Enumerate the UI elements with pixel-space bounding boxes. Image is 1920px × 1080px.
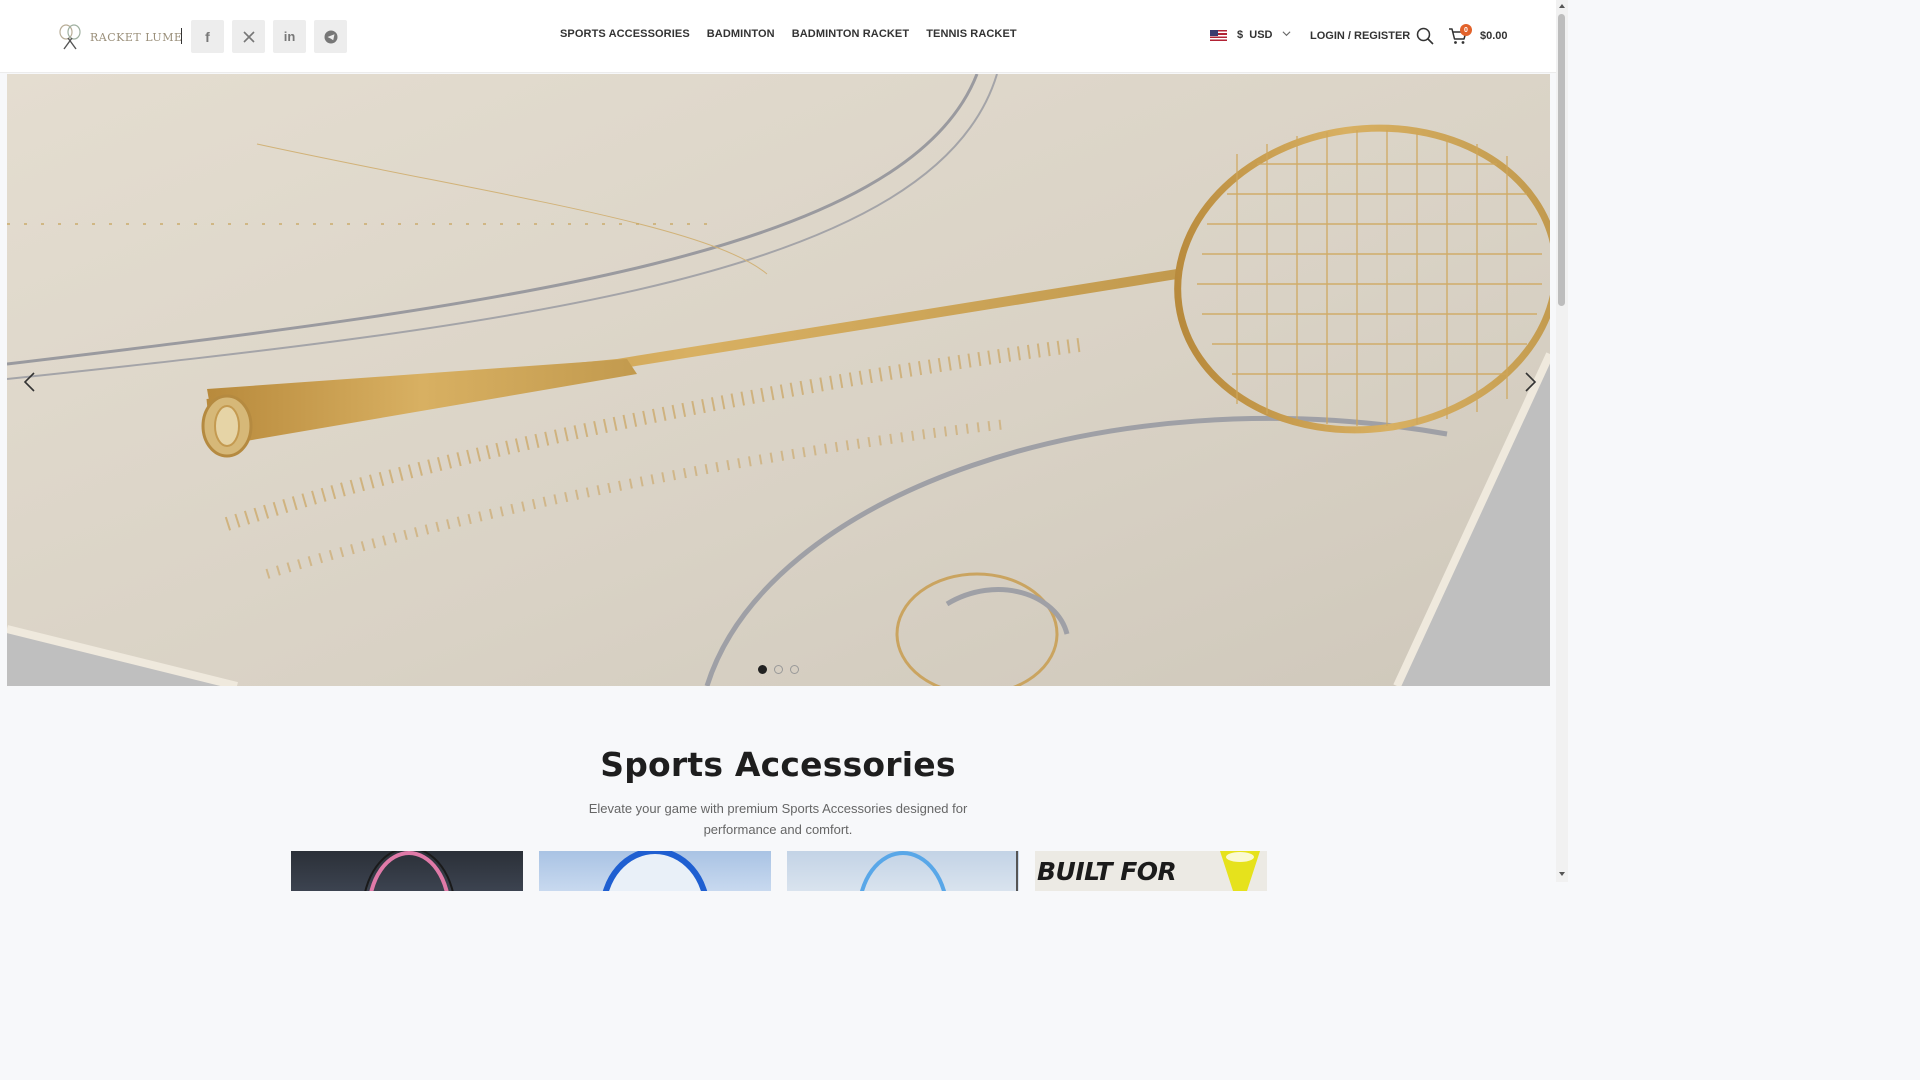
login-register-link[interactable]: LOGIN / REGISTER: [1310, 30, 1410, 42]
social-links: f in: [191, 20, 347, 53]
light-blue-racket-image: [859, 851, 1018, 891]
section-subtitle: Elevate your game with premium Sports Ac…: [588, 801, 968, 837]
nav-tennis-racket[interactable]: TENNIS RACKET: [926, 28, 1017, 40]
pink-racket-image: [364, 851, 454, 891]
nav-badminton[interactable]: BADMINTON: [707, 28, 775, 40]
linkedin-button[interactable]: in: [273, 20, 306, 53]
tile-light-blue-racket[interactable]: [787, 851, 1019, 891]
slider-pagination: [758, 665, 799, 674]
tile-blue-racket[interactable]: [539, 851, 771, 891]
chevron-down-icon: [1282, 29, 1291, 41]
nav-sports-accessories[interactable]: SPORTS ACCESSORIES: [560, 28, 690, 40]
telegram-button[interactable]: [314, 20, 347, 53]
tile-built-for[interactable]: BUILT FOR: [1035, 851, 1267, 891]
slider-dot-3[interactable]: [790, 665, 799, 674]
site-header: RACKET LUME f in SPORTS ACCESSORIES BADM…: [0, 0, 1556, 73]
currency-label: $ USD: [1237, 29, 1273, 41]
search-icon[interactable]: [1416, 27, 1434, 45]
logo-text: RACKET LUME: [90, 30, 183, 44]
scroll-down-arrow-icon[interactable]: [1558, 870, 1566, 878]
x-button[interactable]: [232, 20, 265, 53]
cart-total: $0.00: [1480, 30, 1508, 42]
x-icon: [242, 30, 255, 43]
facebook-icon: f: [205, 28, 210, 45]
hero-image: [7, 74, 1550, 686]
linkedin-icon: in: [283, 29, 296, 44]
section-title: Sports Accessories: [600, 745, 956, 784]
slider-dot-2[interactable]: [774, 665, 783, 674]
scrollbar-thumb[interactable]: [1558, 14, 1565, 306]
racket-logo-icon: [59, 24, 81, 50]
slider-prev-arrow-icon[interactable]: [19, 370, 43, 394]
page-scrollbar[interactable]: [1556, 0, 1568, 882]
currency-switcher[interactable]: $ USD: [1210, 29, 1291, 41]
telegram-icon: [324, 30, 337, 43]
category-tiles: BUILT FOR: [291, 851, 1267, 891]
slider-dot-1[interactable]: [758, 665, 767, 674]
scroll-up-arrow-icon[interactable]: [1558, 2, 1566, 10]
tile-pink-racket[interactable]: [291, 851, 523, 891]
logo-divider: [181, 28, 182, 44]
main-nav: SPORTS ACCESSORIES BADMINTON BADMINTON R…: [560, 28, 1017, 40]
slider-next-arrow-icon[interactable]: [1517, 370, 1541, 394]
cart-button[interactable]: $0.00: [1448, 26, 1508, 46]
shuttlecock-image: [1220, 851, 1260, 891]
blue-racket-image: [602, 851, 708, 891]
hero-slider: [7, 74, 1550, 686]
facebook-button[interactable]: f: [191, 20, 224, 53]
cart-count-badge: 0: [1460, 24, 1472, 36]
us-flag-icon: [1210, 29, 1227, 41]
nav-badminton-racket[interactable]: BADMINTON RACKET: [792, 28, 910, 40]
site-logo[interactable]: RACKET LUME: [56, 23, 183, 51]
